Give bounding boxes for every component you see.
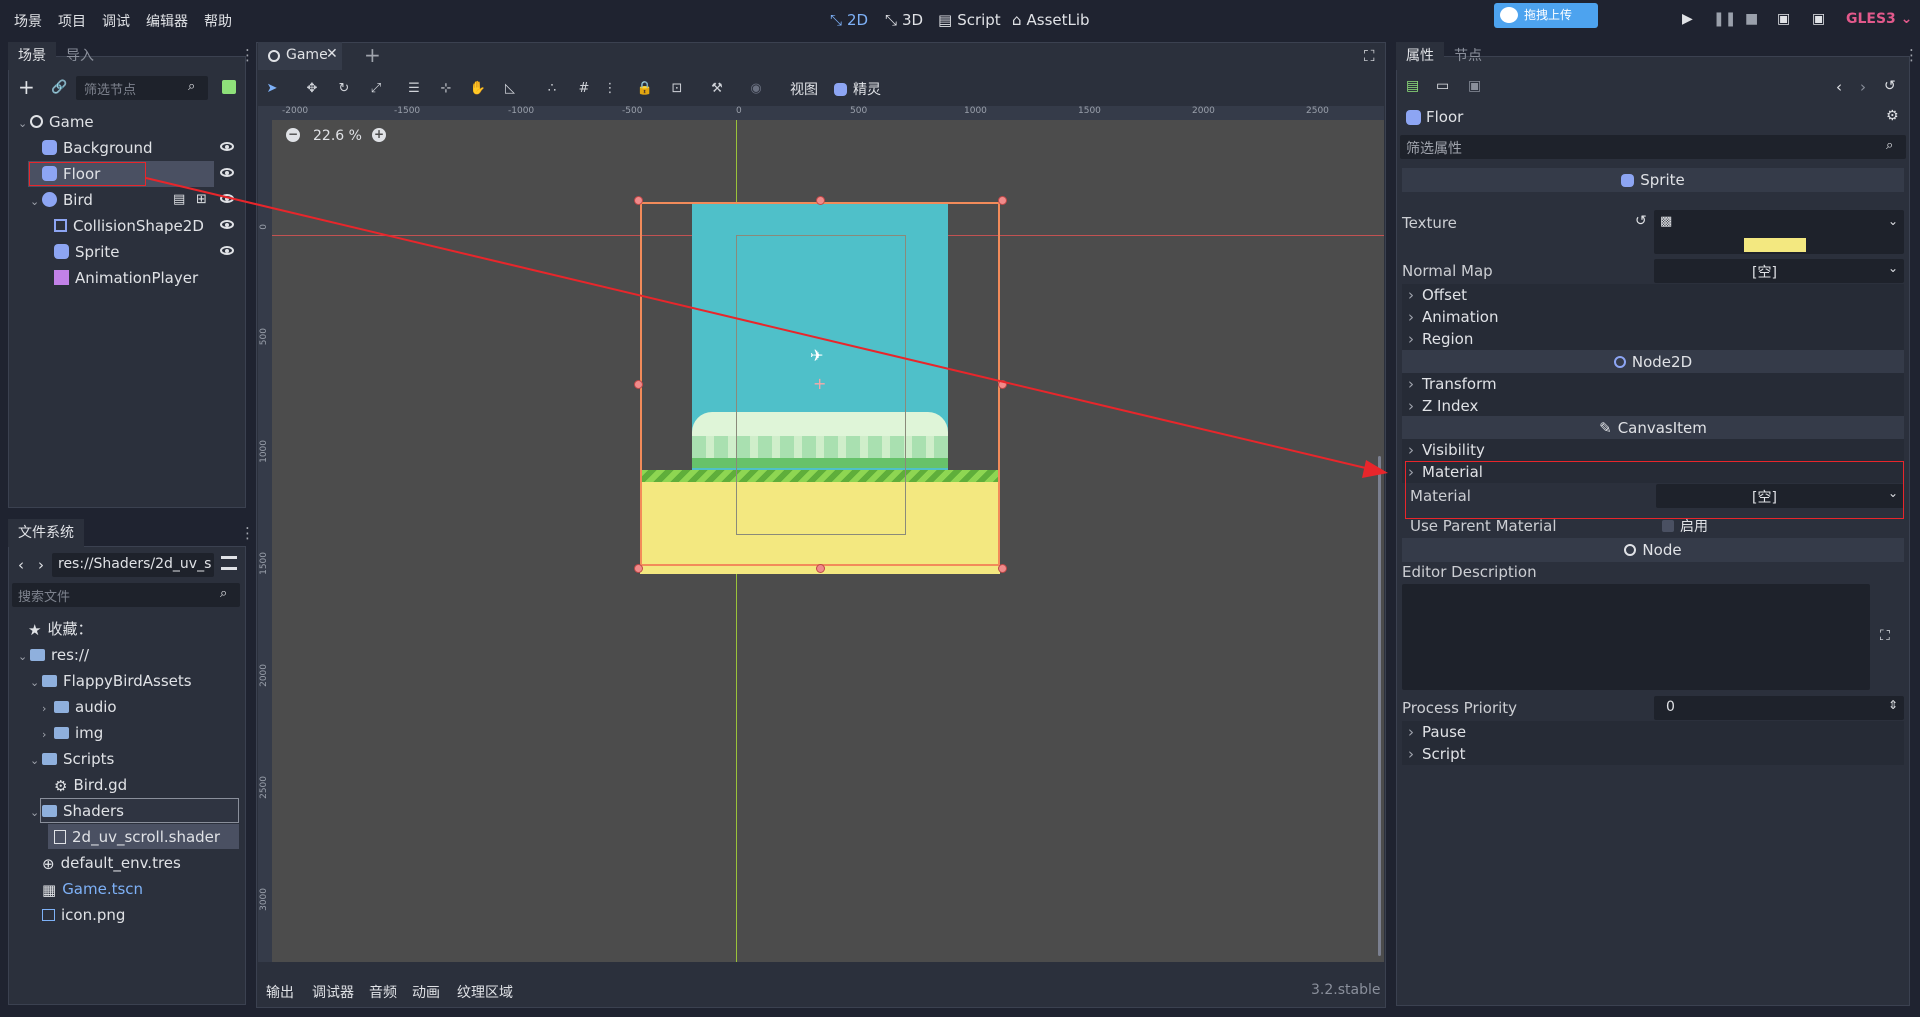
- annotation-arrow: [145, 177, 1388, 478]
- annotation-arrow-line: [145, 177, 1375, 471]
- annotation-arrow-head: [1362, 460, 1388, 478]
